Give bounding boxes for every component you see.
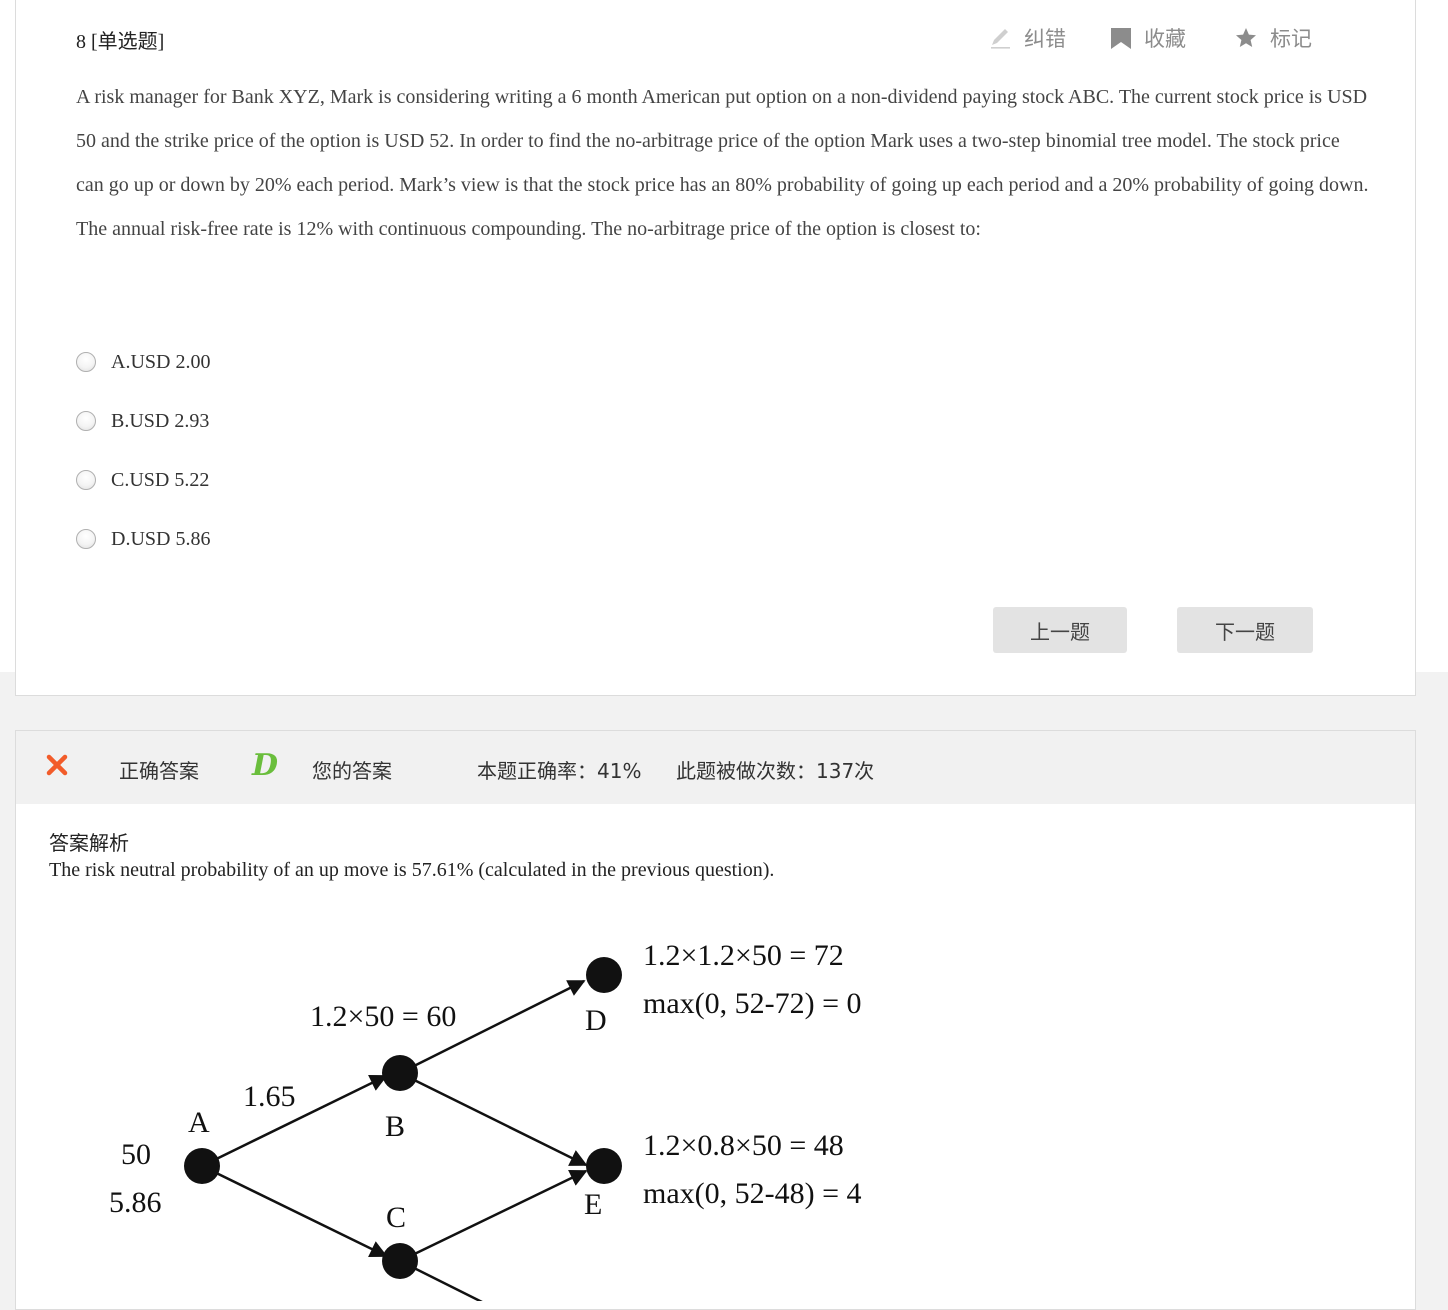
radio-button[interactable] (76, 352, 96, 372)
node-b (382, 1055, 418, 1091)
node-c-label: C (386, 1201, 406, 1234)
mark-label: 标记 (1270, 27, 1312, 51)
node-d-label: D (585, 1004, 607, 1037)
option-label: D.USD 5.86 (111, 527, 211, 550)
a-option-value: 5.86 (109, 1186, 162, 1219)
mark-button[interactable]: 标记 (1234, 25, 1312, 51)
report-error-label: 纠错 (1024, 27, 1066, 51)
b-option-value: 1.65 (243, 1080, 296, 1113)
edge-c-e (399, 1169, 588, 1263)
e-payoff: max(0, 52-48) = 4 (643, 1177, 862, 1210)
node-e-label: E (584, 1188, 602, 1221)
star-icon (1236, 28, 1256, 47)
question-card: 8 [单选题] 纠错 收藏 标记 A risk manager for Bank… (15, 0, 1416, 696)
bookmark-icon (1111, 28, 1131, 49)
option-a[interactable]: A.USD 2.00 (76, 348, 210, 376)
next-question-button[interactable]: 下一题 (1177, 607, 1313, 653)
radio-button[interactable] (76, 529, 96, 549)
option-label: A.USD 2.00 (111, 350, 211, 373)
binomial-tree-diagram: A B C D E 50 5.86 1.65 1.2×50 = 60 1.2×1… (109, 939, 862, 1301)
favorite-label: 收藏 (1144, 27, 1186, 51)
favorite-button[interactable]: 收藏 (1110, 25, 1186, 51)
radio-button[interactable] (76, 411, 96, 431)
option-label: B.USD 2.93 (111, 409, 210, 432)
b-stock-price: 1.2×50 = 60 (310, 1000, 456, 1033)
node-b-label: B (385, 1110, 405, 1143)
e-stock-price: 1.2×0.8×50 = 48 (643, 1129, 844, 1162)
node-a (184, 1148, 220, 1184)
previous-question-button[interactable]: 上一题 (993, 607, 1127, 653)
node-d (586, 957, 622, 993)
option-d[interactable]: D.USD 5.86 (76, 525, 210, 553)
option-label: C.USD 5.22 (111, 468, 210, 491)
option-b[interactable]: B.USD 2.93 (76, 407, 209, 435)
question-title: 8 [单选题] (76, 31, 165, 53)
option-c[interactable]: C.USD 5.22 (76, 466, 209, 494)
edge-b-e (399, 1071, 588, 1167)
a-stock-price: 50 (121, 1138, 151, 1171)
answer-card: 正确答案 D 您的答案 本题正确率：41% 此题被做次数：137次 答案解析 T… (15, 730, 1416, 1310)
node-a-label: A (188, 1106, 210, 1139)
question-stem: A risk manager for Bank XYZ, Mark is con… (76, 86, 1369, 240)
radio-button[interactable] (76, 470, 96, 490)
edge-a-c (201, 1164, 388, 1258)
node-c (382, 1243, 418, 1279)
node-e (586, 1148, 622, 1184)
pencil-icon (991, 29, 1010, 49)
d-payoff: max(0, 52-72) = 0 (643, 987, 862, 1020)
d-stock-price: 1.2×1.2×50 = 72 (643, 939, 844, 972)
report-error-button[interactable]: 纠错 (988, 25, 1066, 51)
